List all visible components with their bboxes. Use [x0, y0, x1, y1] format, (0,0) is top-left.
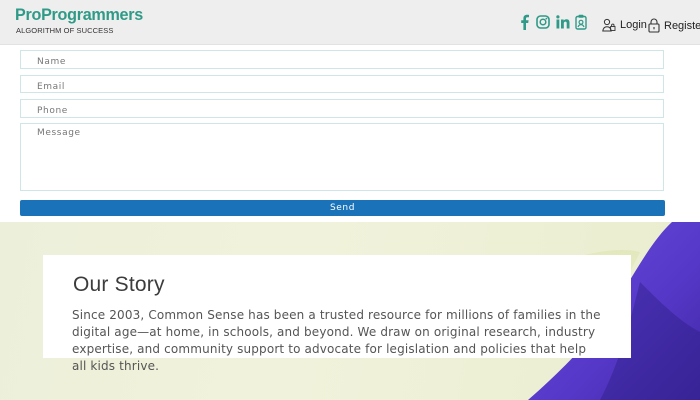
- name-field[interactable]: [20, 50, 664, 71]
- instagram-icon[interactable]: [535, 12, 551, 32]
- lock-icon: [648, 18, 660, 33]
- facebook-icon[interactable]: [518, 12, 530, 32]
- name-input[interactable]: [21, 53, 663, 71]
- message-field[interactable]: [20, 123, 664, 191]
- send-label: Send: [329, 203, 356, 213]
- logo-title[interactable]: ProProgrammers: [15, 5, 143, 25]
- message-input[interactable]: [21, 124, 663, 190]
- email-field[interactable]: [20, 75, 664, 95]
- linkedin-icon[interactable]: [555, 12, 571, 32]
- top-header: ProProgrammers ALGORITHM OF SUCCESS Logi…: [0, 0, 700, 45]
- email-input[interactable]: [21, 79, 663, 95]
- story-title: Our Story: [73, 273, 165, 296]
- phone-input[interactable]: [21, 102, 663, 120]
- login-link[interactable]: Login: [602, 18, 647, 32]
- register-link[interactable]: Register: [648, 18, 700, 33]
- phone-field[interactable]: [20, 99, 664, 120]
- register-label: Register: [664, 19, 700, 32]
- clipboard-icon[interactable]: [574, 12, 588, 32]
- send-button[interactable]: Send: [20, 200, 665, 216]
- user-icon: [602, 18, 616, 32]
- story-body: Since 2003, Common Sense has been a trus…: [72, 308, 601, 373]
- login-label: Login: [620, 19, 647, 31]
- logo-tagline: ALGORITHM OF SUCCESS: [16, 26, 114, 35]
